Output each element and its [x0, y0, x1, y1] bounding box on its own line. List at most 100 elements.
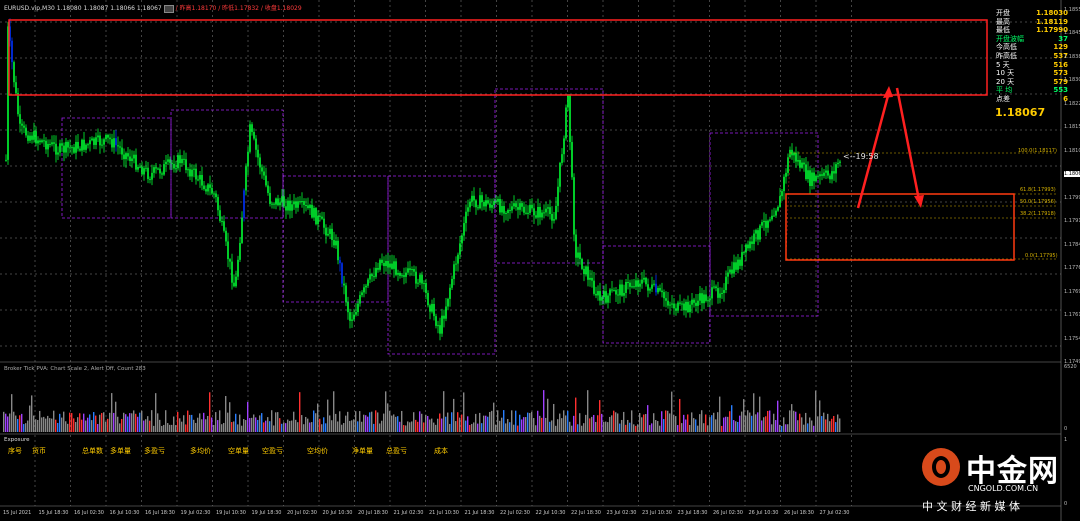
candle-body [461, 235, 463, 244]
volume-bar [829, 421, 831, 432]
fib-level-label: 61.8(1.17993) [1020, 187, 1056, 193]
volume-bar [749, 412, 751, 432]
candle-body [535, 215, 537, 218]
candle-body [205, 189, 207, 192]
candle-body [147, 167, 149, 179]
candle-body [373, 276, 375, 278]
volume-bar [97, 424, 99, 432]
candle-body [353, 314, 355, 320]
brand-slogan: 中 文 财 经 新 媒 体 [922, 500, 1020, 513]
volume-bar [65, 421, 67, 432]
volume-bar [299, 392, 301, 432]
volume-bar [801, 417, 803, 432]
candle-body [433, 303, 435, 317]
candle-body [561, 154, 563, 163]
candle-body [621, 284, 623, 296]
candle-body [413, 269, 415, 272]
candle-body [151, 172, 153, 180]
volume-axis-bottom: 0 [1064, 426, 1068, 432]
volume-bar [163, 424, 165, 432]
price-tick-label: 1.17615 [1064, 312, 1080, 319]
volume-bar [53, 410, 55, 432]
volume-bar [413, 412, 415, 432]
candle-body [317, 215, 319, 225]
candle-body [805, 164, 807, 180]
volume-bar [355, 411, 357, 432]
candle-body [227, 241, 229, 260]
candle-body [297, 201, 299, 208]
settings-icon[interactable] [163, 4, 174, 13]
candle-body [67, 141, 69, 148]
volume-bar [227, 412, 229, 432]
candle-body [479, 195, 481, 209]
chart-header: EURUSD.vip,M30 1.18080 1.18087 1.18066 1… [4, 3, 302, 13]
candle-body [663, 292, 665, 299]
volume-bar [623, 411, 625, 432]
volume-bar [699, 414, 701, 432]
candle-body [735, 262, 737, 270]
volume-bar [771, 424, 773, 432]
candle-body [427, 292, 429, 306]
fib-level-label: 38.2(1.17918) [1020, 211, 1056, 217]
candle-body [107, 134, 109, 138]
candle-body [201, 174, 203, 186]
volume-bar [531, 411, 533, 432]
session-box [602, 245, 711, 344]
candle-body [411, 269, 413, 271]
candle-body [131, 158, 133, 162]
candle-body [477, 207, 479, 209]
candle-body [21, 123, 23, 126]
volume-bar [31, 395, 33, 432]
volume-bar [773, 413, 775, 432]
candle-body [195, 168, 197, 180]
candle-body [239, 242, 241, 260]
candle-body [589, 277, 591, 280]
candle-body [813, 172, 815, 182]
candle-body [673, 303, 675, 309]
time-tick-label: 27 Jul 02:30 [819, 510, 850, 516]
candle-body [743, 252, 745, 254]
candle-body [493, 201, 495, 206]
candle-body [17, 92, 19, 115]
candle-body [189, 169, 191, 177]
candle-body [271, 203, 273, 205]
candle-body [249, 124, 251, 152]
price-tick-label: 1.18225 [1064, 100, 1080, 107]
candle-body [39, 140, 41, 143]
candle-body [141, 166, 143, 175]
volume-bar [813, 425, 815, 432]
volume-bar [75, 421, 77, 432]
candle-body [385, 260, 387, 267]
candle-body [73, 147, 75, 153]
volume-bar [781, 425, 783, 432]
candle-body [665, 298, 667, 301]
volume-bar [353, 419, 355, 432]
candle-body [655, 283, 657, 293]
candle-body [557, 186, 559, 206]
volume-bar [71, 413, 73, 432]
volume-bar [211, 417, 213, 432]
volume-bar [637, 424, 639, 432]
candle-body [459, 243, 461, 255]
candle-body [395, 261, 397, 275]
candle-body [455, 263, 457, 265]
exposure-column-header: 货币 [32, 447, 46, 455]
candle-body [787, 157, 789, 173]
volume-bar [537, 410, 539, 432]
candle-body [467, 207, 469, 212]
candle-body [367, 279, 369, 286]
time-tick-label: 16 Jul 18:30 [145, 510, 175, 516]
volume-bar [87, 417, 89, 432]
candle-body [517, 207, 519, 210]
candle-body [749, 241, 751, 249]
candle-body [323, 218, 325, 228]
candle-body [545, 208, 547, 213]
candle-body [669, 304, 671, 306]
volume-bar [731, 405, 733, 432]
session-box [282, 175, 389, 303]
stats-panel: 开盘 1.18030 最高 1.18119 最低 1.17990 开盘波幅 37 今高低 129 昨… [994, 9, 1068, 109]
volume-bar [193, 419, 195, 432]
candle-body [387, 260, 389, 268]
volume-bar [425, 414, 427, 432]
candle-body [331, 228, 333, 241]
